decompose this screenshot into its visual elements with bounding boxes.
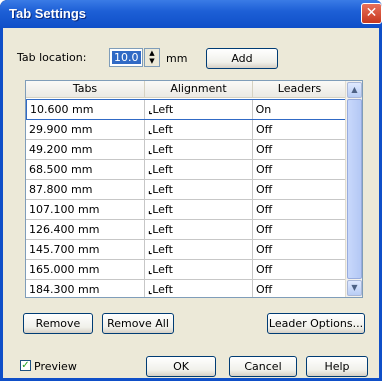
- tab-position-cell[interactable]: 87.800 mm: [26, 180, 145, 199]
- tab-position-cell[interactable]: 126.400 mm: [26, 220, 145, 239]
- alignment-text: Left: [152, 263, 173, 276]
- leader-cell[interactable]: Off: [253, 220, 347, 239]
- header-alignment[interactable]: Alignment: [145, 81, 253, 98]
- table-row[interactable]: 126.400 mm ⌞Left Off: [26, 220, 347, 240]
- table-row[interactable]: 29.900 mm ⌞Left Off: [26, 120, 347, 140]
- table-row[interactable]: 107.100 mm ⌞Left Off: [26, 200, 347, 220]
- dialog-body: Tab location: 10.0 ▲ ▼ mm Add Tabs Align…: [3, 28, 379, 378]
- help-button[interactable]: Help: [306, 356, 368, 377]
- close-button[interactable]: ✕: [361, 3, 382, 24]
- tab-position-cell[interactable]: 68.500 mm: [26, 160, 145, 179]
- tab-position-cell[interactable]: 165.000 mm: [26, 260, 145, 279]
- table-row[interactable]: 68.500 mm ⌞Left Off: [26, 160, 347, 180]
- table-row[interactable]: 165.000 mm ⌞Left Off: [26, 260, 347, 280]
- remove-all-button[interactable]: Remove All: [102, 313, 174, 334]
- alignment-text: Left: [152, 163, 173, 176]
- alignment-text: Left: [152, 203, 173, 216]
- alignment-cell[interactable]: ⌞Left: [145, 160, 253, 179]
- tab-location-stepper[interactable]: ▲ ▼: [144, 48, 160, 67]
- table-row[interactable]: 49.200 mm ⌞Left Off: [26, 140, 347, 160]
- leader-cell[interactable]: Off: [253, 240, 347, 259]
- tab-position-cell[interactable]: 10.600 mm: [27, 100, 146, 119]
- alignment-cell[interactable]: ⌞Left: [145, 100, 253, 119]
- table-row[interactable]: 145.700 mm ⌞Left Off: [26, 240, 347, 260]
- leader-cell[interactable]: Off: [253, 140, 347, 159]
- dialog-title: Tab Settings: [9, 6, 87, 21]
- alignment-cell[interactable]: ⌞Left: [145, 280, 253, 297]
- alignment-text: Left: [152, 243, 173, 256]
- tabs-table: Tabs Alignment Leaders 10.600 mm ⌞Left O…: [25, 80, 363, 298]
- stepper-down-icon[interactable]: ▼: [145, 57, 159, 65]
- alignment-text: Left: [152, 223, 173, 236]
- table-row[interactable]: 87.800 mm ⌞Left Off: [26, 180, 347, 200]
- leader-cell[interactable]: Off: [253, 280, 347, 297]
- table-rows: 10.600 mm ⌞Left On 29.900 mm ⌞Left Off 4…: [26, 99, 347, 297]
- tab-location-label: Tab location:: [17, 51, 87, 64]
- remove-button[interactable]: Remove: [23, 313, 93, 334]
- add-button[interactable]: Add: [206, 48, 278, 69]
- leader-cell[interactable]: Off: [253, 160, 347, 179]
- leader-cell[interactable]: On: [253, 100, 346, 119]
- leader-options-button[interactable]: Leader Options...: [267, 313, 365, 334]
- alignment-text: Left: [152, 123, 173, 136]
- ok-button[interactable]: OK: [146, 356, 216, 377]
- tab-location-input[interactable]: 10.0: [109, 48, 143, 67]
- scroll-down-icon[interactable]: ▼: [347, 280, 362, 296]
- alignment-cell[interactable]: ⌞Left: [145, 180, 253, 199]
- leader-cell[interactable]: Off: [253, 180, 347, 199]
- tab-settings-dialog: Tab Settings ✕ Tab location: 10.0 ▲ ▼ mm…: [0, 0, 382, 381]
- tab-location-value: 10.0: [112, 51, 141, 64]
- scroll-up-icon[interactable]: ▲: [347, 82, 362, 98]
- tab-position-cell[interactable]: 107.100 mm: [26, 200, 145, 219]
- stepper-up-icon[interactable]: ▲: [145, 49, 159, 57]
- alignment-cell[interactable]: ⌞Left: [145, 120, 253, 139]
- leader-cell[interactable]: Off: [253, 120, 347, 139]
- alignment-text: Left: [152, 283, 173, 296]
- table-header: Tabs Alignment Leaders: [26, 81, 347, 98]
- leader-cell[interactable]: Off: [253, 260, 347, 279]
- tab-position-cell[interactable]: 145.700 mm: [26, 240, 145, 259]
- alignment-cell[interactable]: ⌞Left: [145, 200, 253, 219]
- vertical-scrollbar[interactable]: ▲ ▼: [345, 81, 362, 297]
- cancel-button[interactable]: Cancel: [229, 356, 297, 377]
- unit-label: mm: [166, 52, 188, 65]
- scrollbar-thumb[interactable]: [347, 99, 362, 279]
- alignment-text: Left: [152, 103, 174, 116]
- alignment-cell[interactable]: ⌞Left: [145, 220, 253, 239]
- header-leaders[interactable]: Leaders: [253, 81, 347, 98]
- table-row[interactable]: 10.600 mm ⌞Left On: [26, 99, 347, 120]
- header-tabs[interactable]: Tabs: [26, 81, 145, 98]
- preview-label: Preview: [34, 360, 77, 373]
- title-bar[interactable]: Tab Settings ✕: [0, 0, 382, 28]
- alignment-text: Left: [152, 183, 173, 196]
- alignment-text: Left: [152, 143, 173, 156]
- table-row[interactable]: 184.300 mm ⌞Left Off: [26, 280, 347, 297]
- alignment-cell[interactable]: ⌞Left: [145, 140, 253, 159]
- alignment-cell[interactable]: ⌞Left: [145, 240, 253, 259]
- tab-position-cell[interactable]: 184.300 mm: [26, 280, 145, 297]
- leader-cell[interactable]: Off: [253, 200, 347, 219]
- alignment-cell[interactable]: ⌞Left: [145, 260, 253, 279]
- tab-position-cell[interactable]: 29.900 mm: [26, 120, 145, 139]
- tab-position-cell[interactable]: 49.200 mm: [26, 140, 145, 159]
- preview-checkbox[interactable]: ✓: [20, 360, 31, 371]
